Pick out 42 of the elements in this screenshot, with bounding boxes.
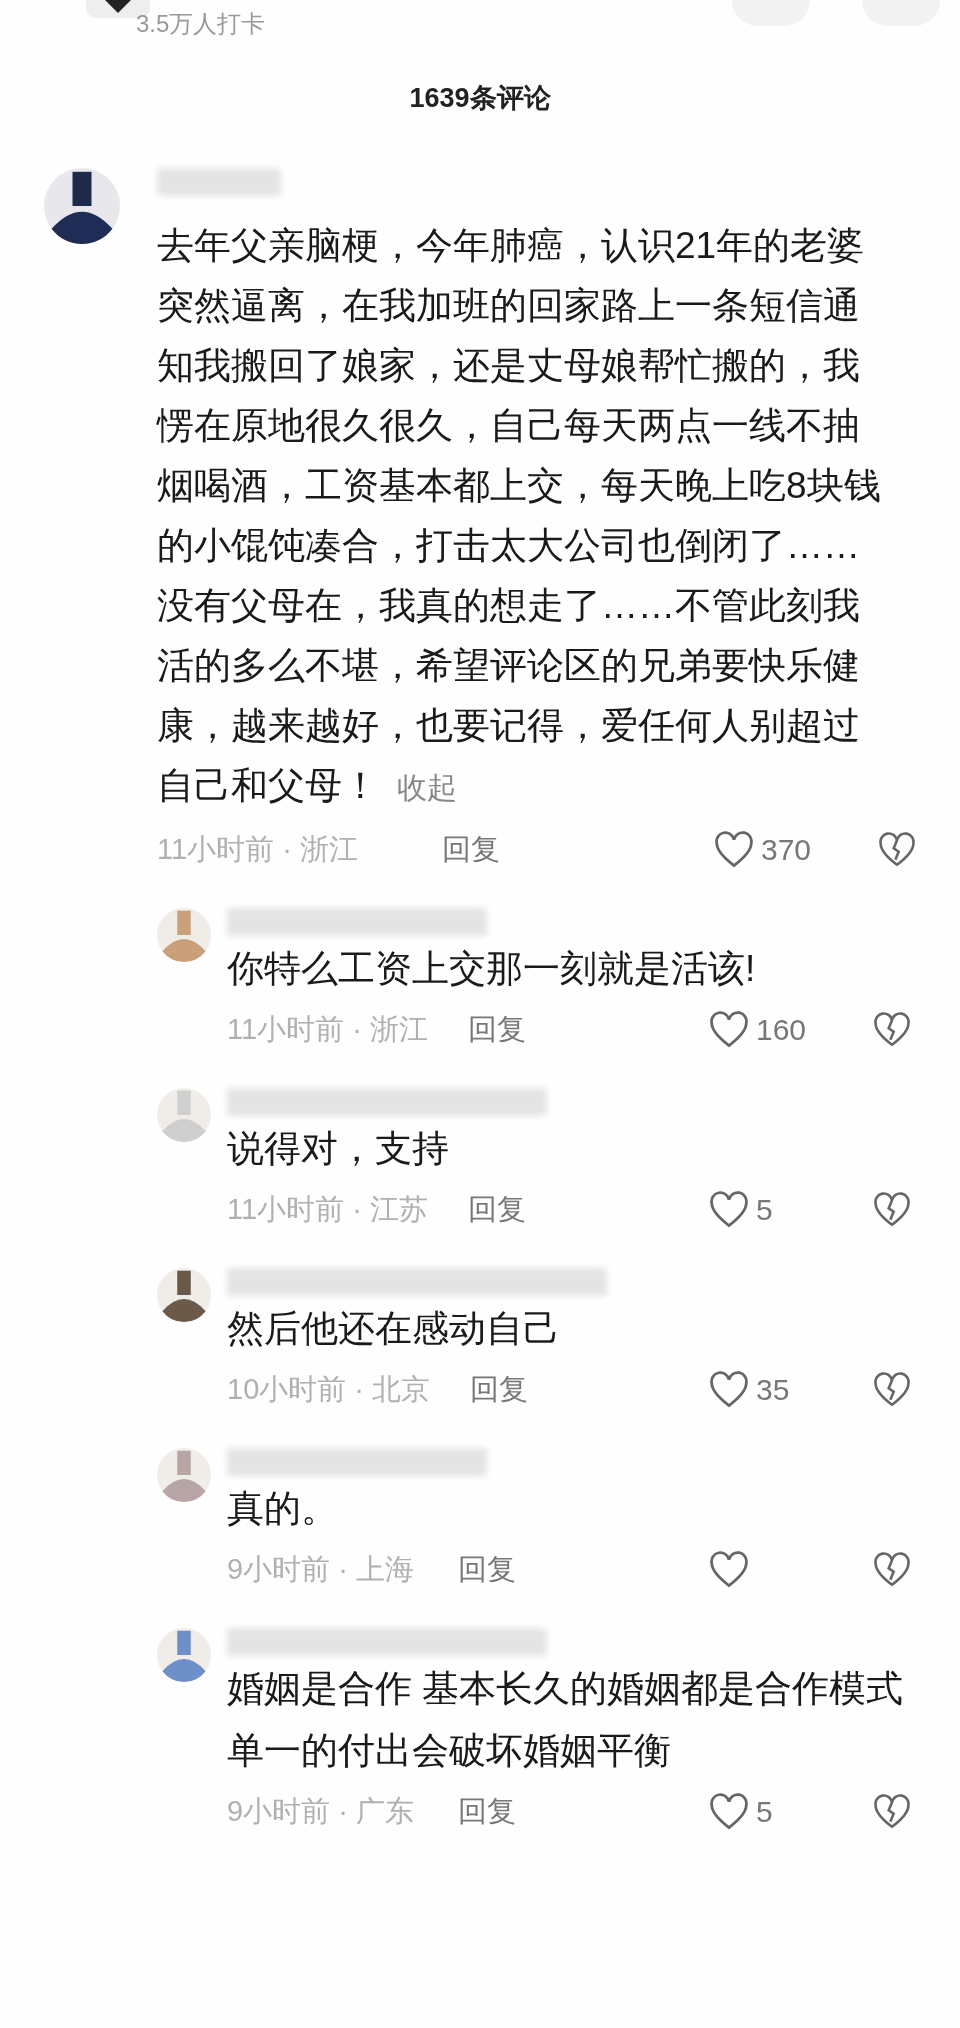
broken-heart-icon[interactable] <box>872 1552 912 1588</box>
reply-link[interactable]: 回复 <box>441 830 500 870</box>
comment-meta: 11小时前 · 浙江 <box>157 832 358 867</box>
reply-link[interactable]: 回复 <box>470 1370 529 1410</box>
comment-meta: 11小时前 · 江苏 <box>227 1192 428 1227</box>
heart-icon[interactable] <box>708 1551 750 1589</box>
comment-meta: 10小时前 · 北京 <box>227 1372 431 1407</box>
pin-icon <box>103 0 133 14</box>
reply-link[interactable]: 回复 <box>457 1792 516 1832</box>
heart-icon[interactable] <box>708 1011 750 1049</box>
comment-meta: 11小时前 · 浙江 <box>227 1012 428 1047</box>
reply-text: 真的。 <box>227 1487 339 1531</box>
reply-link[interactable]: 回复 <box>467 1190 526 1230</box>
broken-heart-icon[interactable] <box>872 1192 912 1228</box>
heart-icon[interactable] <box>708 1793 750 1831</box>
reply-text: 然后他还在感动自己 <box>227 1307 561 1351</box>
reply-text: 你特么工资上交那一刻就是活该! <box>227 947 757 991</box>
like-count: 5 <box>756 1795 773 1829</box>
like-count: 5 <box>756 1193 773 1227</box>
heart-icon[interactable] <box>713 831 755 869</box>
broken-heart-icon[interactable] <box>872 1372 912 1408</box>
heart-icon[interactable] <box>708 1191 750 1229</box>
broken-heart-icon[interactable] <box>877 832 917 868</box>
reply-text: 说得对，支持 <box>227 1127 450 1171</box>
like-count: 160 <box>756 1013 807 1047</box>
avatar[interactable] <box>157 1268 211 1322</box>
reply-link[interactable]: 回复 <box>467 1010 526 1050</box>
comment-count-title: 1639条评论 <box>408 82 552 115</box>
reply-link[interactable]: 回复 <box>457 1550 516 1590</box>
heart-icon[interactable] <box>708 1371 750 1409</box>
comment-text: 去年父亲脑梗，今年肺癌，认识21年的老婆突然逼离，在我加班的回家路上一条短信通知我搬回了娘家，还是丈母娘帮忙搬的，我愣在原地很久很久，自己每天两点一线不抽烟喝酒，工资基本都上交，每天晚上吃8块钱的小馄饨凑合，打击太大公司也倒闭了……没有父母在，我真的想走了……不管此刻我活的多么不堪，希望评论区的兄弟要快乐健康，越来越好，也要记得，爱任何人别超过自己和父母！ 收起 <box>157 224 882 808</box>
collapse-link[interactable]: 收起 <box>397 771 457 804</box>
reply-text: 婚姻是合作 基本长久的婚姻都是合作模式 <box>227 1667 905 1711</box>
like-count: 35 <box>756 1373 790 1407</box>
broken-heart-icon[interactable] <box>872 1012 912 1048</box>
avatar[interactable] <box>44 168 120 244</box>
reply-text: 单一的付出会破坏婚姻平衡 <box>227 1729 672 1773</box>
like-count: 370 <box>761 833 812 867</box>
comment-meta: 9小时前 · 上海 <box>227 1552 414 1587</box>
checkin-count: 3.5万人打卡 <box>136 9 266 39</box>
broken-heart-icon[interactable] <box>872 1794 912 1830</box>
comment-meta: 9小时前 · 广东 <box>227 1794 414 1829</box>
